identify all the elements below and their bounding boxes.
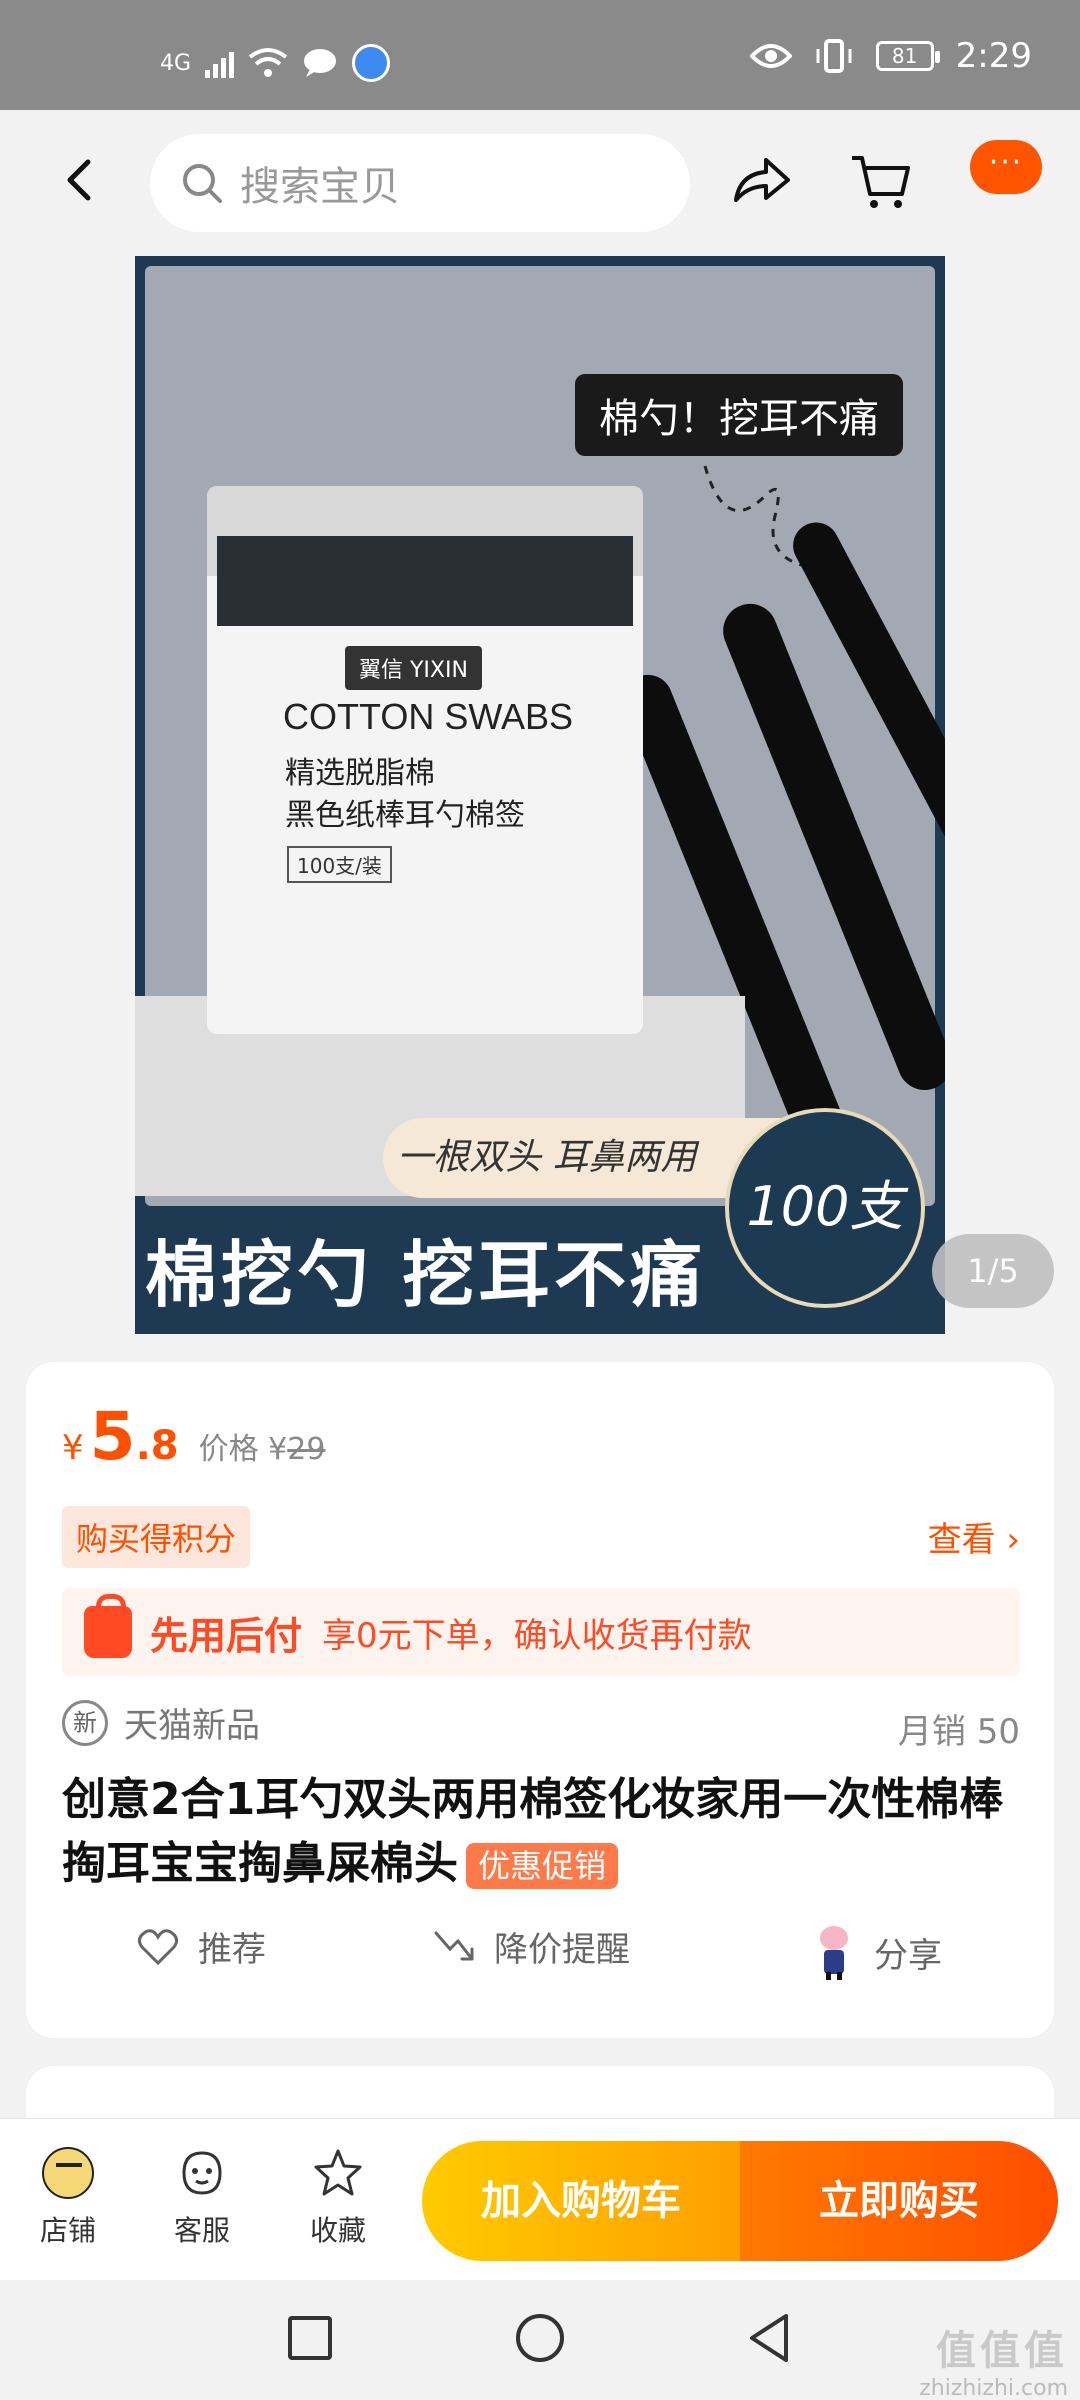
clock: 2:29: [955, 36, 1032, 76]
points-badge: 购买得积分: [62, 1506, 251, 1568]
favorite-label: 收藏: [309, 2214, 366, 2247]
store-avatar-icon: [42, 2147, 94, 2199]
top-nav: 搜索宝贝 ···: [0, 110, 1080, 256]
cart-icon[interactable]: [848, 150, 914, 214]
product-info-card: ¥ 5 .8 价格 ¥29 购买得积分 查看 › 先用后付 享0元下单，确认收货…: [26, 1362, 1054, 2038]
price-decimal: .8: [135, 1423, 179, 1469]
brand-tag: 翼信 YIXIN: [345, 646, 482, 690]
vibrate-icon: [816, 39, 852, 73]
gallery-counter: 1/5: [932, 1234, 1054, 1308]
watermark-url: zhizhizhi.com: [919, 2376, 1068, 2400]
customer-service-icon: [182, 2151, 222, 2195]
banner-text: 一根双头 耳鼻两用: [397, 1137, 697, 1178]
customer-service-tab[interactable]: 客服: [152, 2147, 252, 2249]
app-notification-icon: [352, 44, 391, 82]
shopping-bag-icon: [84, 1594, 132, 1658]
star-icon: [314, 2149, 362, 2196]
actions-row: 推荐 降价提醒 分享: [26, 1922, 1054, 2002]
peppa-avatar-icon: [820, 1926, 848, 1980]
product-title: 创意2合1耳勺双头两用棉签化妆家用一次性棉棒掏耳宝宝掏鼻屎棉头 优惠促销: [62, 1768, 1022, 1896]
watermark: 值值值 zhizhizhi.com: [919, 2318, 1068, 2400]
recent-apps-icon[interactable]: [280, 2308, 340, 2368]
more-menu-button[interactable]: ···: [970, 140, 1042, 194]
search-icon: [183, 164, 222, 203]
watermark-logo: 值值值: [936, 2328, 1068, 2374]
buy-now-button[interactable]: 立即购买: [740, 2141, 1058, 2261]
network-label: 4G: [160, 50, 192, 76]
search-placeholder: 搜索宝贝: [240, 164, 400, 210]
original-price: 价格 ¥29: [199, 1424, 326, 1468]
source-row: 新 天猫新品: [62, 1698, 260, 1747]
home-icon[interactable]: [510, 2308, 570, 2368]
status-left: 4G: [160, 44, 391, 82]
back-icon[interactable]: [50, 150, 110, 210]
box-count: 100支/装: [287, 846, 392, 883]
favorite-tab[interactable]: 收藏: [288, 2147, 388, 2249]
pay-later-banner[interactable]: 先用后付 享0元下单，确认收货再付款: [62, 1588, 1020, 1676]
pay-later-desc: 享0元下单，确认收货再付款: [322, 1615, 752, 1656]
view-points-link[interactable]: 查看 ›: [928, 1512, 1020, 1561]
store-tab[interactable]: 店铺: [18, 2147, 118, 2249]
price-alert-label: 降价提醒: [494, 1930, 630, 1970]
box-subtitle-1: 精选脱脂棉: [285, 756, 435, 791]
original-price-value: 29: [287, 1432, 326, 1467]
system-nav-bar: [0, 2280, 1080, 2400]
count-circle: 100支: [725, 1108, 925, 1308]
add-to-cart-button[interactable]: 加入购物车: [422, 2141, 740, 2261]
original-currency: ¥: [268, 1432, 288, 1467]
search-input[interactable]: 搜索宝贝: [150, 134, 690, 232]
recommend-label: 推荐: [198, 1930, 266, 1970]
trend-down-icon: [434, 1931, 474, 1960]
new-badge-icon: 新: [62, 1699, 108, 1746]
back-nav-icon[interactable]: [740, 2308, 800, 2368]
promo-tag[interactable]: 优惠促销: [466, 1843, 619, 1889]
box-dark-band: [217, 536, 633, 626]
share-label: 分享: [874, 1935, 942, 1976]
product-image[interactable]: 棉勺！挖耳不痛 翼信 YIXIN COTTON SWABS 精选脱脂棉 黑色纸棒…: [135, 256, 945, 1334]
message-icon: [304, 49, 337, 77]
status-bar: 4G 81 2:29: [0, 0, 1080, 110]
signal-icon: [205, 48, 235, 78]
price-integer: 5: [89, 1398, 136, 1475]
original-price-label: 价格: [198, 1432, 259, 1467]
share-button[interactable]: 分享: [812, 1922, 942, 1982]
store-label: 店铺: [39, 2214, 96, 2247]
box-title: COTTON SWABS: [283, 696, 574, 737]
bottom-action-bar: 店铺 客服 收藏 加入购物车 立即购买: [0, 2118, 1080, 2280]
eye-icon: [749, 44, 792, 68]
price-row: ¥ 5 .8 价格 ¥29: [62, 1398, 325, 1475]
wifi-icon: [248, 48, 288, 77]
price-alert-button[interactable]: 降价提醒: [432, 1922, 630, 1971]
image-top-tag: 棉勺！挖耳不痛: [575, 374, 903, 456]
image-slogan: 棉挖勺 挖耳不痛: [145, 1233, 707, 1317]
recommend-button[interactable]: 推荐: [136, 1922, 266, 1971]
heart-icon: [137, 1928, 179, 1965]
pay-later-title: 先用后付: [150, 1613, 303, 1658]
status-right: 81 2:29: [749, 36, 1032, 76]
share-icon[interactable]: [730, 152, 794, 212]
battery-icon: 81: [875, 41, 940, 71]
customer-service-label: 客服: [173, 2214, 230, 2247]
monthly-sales: 月销 50: [897, 1712, 1020, 1752]
box-subtitle-2: 黑色纸棒耳勺棉签: [285, 798, 525, 833]
currency-symbol: ¥: [62, 1428, 84, 1468]
product-gallery[interactable]: 棉勺！挖耳不痛 翼信 YIXIN COTTON SWABS 精选脱脂棉 黑色纸棒…: [0, 256, 1080, 1334]
source-label: 天猫新品: [124, 1706, 260, 1746]
